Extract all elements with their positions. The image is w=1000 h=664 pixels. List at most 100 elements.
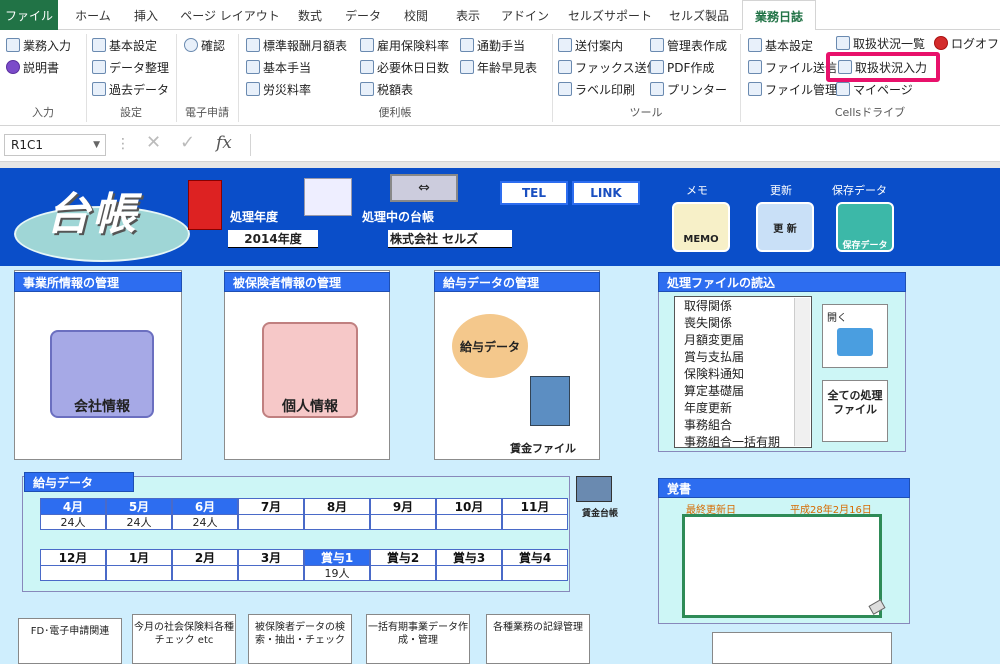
wage-ledger-link[interactable]: 賃金台帳 xyxy=(582,506,618,519)
label: 過去データ xyxy=(109,83,170,97)
logoff-button[interactable]: ログオフ xyxy=(934,34,999,54)
help-icon xyxy=(6,60,20,74)
monthly-insurance-check-button[interactable]: 今月の社会保険料各種チェック etc xyxy=(132,614,236,664)
manual-button[interactable]: 説明書 xyxy=(6,58,59,78)
tab-addin[interactable]: アドイン xyxy=(500,0,550,30)
list-item[interactable]: 月額変更届 xyxy=(684,332,780,349)
open-button[interactable]: 開く xyxy=(822,304,888,368)
month-header-cell[interactable]: 賞与2 xyxy=(370,549,436,566)
cells-basic-settings-button[interactable]: 基本設定 xyxy=(748,36,813,56)
month-header-cell[interactable]: 5月 xyxy=(106,498,172,515)
month-header-cell[interactable]: 3月 xyxy=(238,549,304,566)
link-button[interactable]: LINK xyxy=(572,181,640,205)
tab-page-layout[interactable]: ページ レイアウト xyxy=(180,0,280,30)
required-holidays-button[interactable]: 必要休日日数 xyxy=(360,58,449,78)
settings-basic-button[interactable]: 基本設定 xyxy=(92,36,157,56)
month-header-cell[interactable]: 賞与3 xyxy=(436,549,502,566)
list-item[interactable]: 年度更新 xyxy=(684,400,780,417)
month-header-cell[interactable]: 12月 xyxy=(40,549,106,566)
bottom-right-button[interactable] xyxy=(712,632,892,664)
tab-home[interactable]: ホーム xyxy=(70,0,116,30)
standard-pay-table-button[interactable]: 標準報酬月額表 xyxy=(246,36,347,56)
data-cleanup-button[interactable]: データ整理 xyxy=(92,58,169,78)
pdf-create-button[interactable]: PDF作成 xyxy=(650,58,714,78)
list-item[interactable]: 事務組合一括有期 xyxy=(684,434,780,451)
month-header-cell[interactable]: 6月 xyxy=(172,498,238,515)
tab-file[interactable]: ファイル xyxy=(0,0,58,30)
label-icon xyxy=(558,82,572,96)
month-header-cell[interactable]: 9月 xyxy=(370,498,436,515)
count-cell xyxy=(502,566,568,581)
label-print-button[interactable]: ラベル印刷 xyxy=(558,80,635,100)
gyomu-input-button[interactable]: 業務入力 xyxy=(6,36,71,56)
confirm-button[interactable]: 確認 xyxy=(184,36,225,56)
cancel-icon[interactable]: ✕ xyxy=(146,132,161,153)
more-icon: ⋮ xyxy=(116,136,130,152)
tab-view[interactable]: 表示 xyxy=(448,0,488,30)
tax-table-button[interactable]: 税額表 xyxy=(360,80,413,100)
wage-file-link[interactable]: 賃金ファイル xyxy=(510,440,576,456)
month-header-cell[interactable]: 10月 xyxy=(436,498,502,515)
month-header-cell[interactable]: 7月 xyxy=(238,498,304,515)
tel-button[interactable]: TEL xyxy=(500,181,568,205)
list-item[interactable]: 保険料通知 xyxy=(684,366,780,383)
tab-cells-support[interactable]: セルズサポート xyxy=(562,0,658,30)
count-cell xyxy=(502,515,568,530)
chevron-down-icon[interactable]: ▼ xyxy=(93,135,100,155)
tab-cells-products[interactable]: セルズ製品 xyxy=(664,0,734,30)
memo-button[interactable]: MEMO xyxy=(672,202,730,252)
file-send-button[interactable]: ファイル送信 xyxy=(748,58,837,78)
name-box[interactable]: R1C1 ▼ xyxy=(4,134,106,156)
insert-function-icon[interactable]: fx xyxy=(216,133,232,153)
list-item[interactable]: 賞与支払届 xyxy=(684,349,780,366)
month-header-cell[interactable]: 賞与4 xyxy=(502,549,568,566)
my-page-button[interactable]: マイページ xyxy=(836,80,913,100)
list-item[interactable]: 取得関係 xyxy=(684,298,780,315)
tab-formulas[interactable]: 数式 xyxy=(290,0,330,30)
list-item[interactable]: 喪失関係 xyxy=(684,315,780,332)
past-data-button[interactable]: 過去データ xyxy=(92,80,169,100)
printer-button[interactable]: プリンター xyxy=(650,80,727,100)
month-header-cell[interactable]: 2月 xyxy=(172,549,238,566)
commute-allowance-button[interactable]: 通勤手当 xyxy=(460,36,525,56)
count-cell xyxy=(304,515,370,530)
basic-allowance-button[interactable]: 基本手当 xyxy=(246,58,311,78)
list-scrollbar[interactable] xyxy=(794,298,810,446)
file-manage-button[interactable]: ファイル管理 xyxy=(748,80,837,100)
switch-ledger-button[interactable]: ⇔ xyxy=(390,174,458,202)
personal-info-button[interactable]: 個人情報 xyxy=(262,322,358,418)
notes-textarea[interactable] xyxy=(682,514,882,618)
month-header-cell[interactable]: 8月 xyxy=(304,498,370,515)
batch-project-data-button[interactable]: 一括有期事業データ作成・管理 xyxy=(366,614,470,664)
update-button[interactable]: 更 新 xyxy=(756,202,814,252)
workers-comp-rate-button[interactable]: 労災料率 xyxy=(246,80,311,100)
management-sheet-button[interactable]: 管理表作成 xyxy=(650,36,727,56)
month-header-cell[interactable]: 11月 xyxy=(502,498,568,515)
tab-insert[interactable]: 挿入 xyxy=(126,0,166,30)
enter-icon[interactable]: ✓ xyxy=(180,132,195,153)
list-item[interactable]: 算定基礎届 xyxy=(684,383,780,400)
fax-send-button[interactable]: ファックス送信 xyxy=(558,58,659,78)
label: 確認 xyxy=(201,39,226,53)
save-data-button[interactable]: 保存データ xyxy=(836,202,894,252)
month-header-cell[interactable]: 1月 xyxy=(106,549,172,566)
company-info-button[interactable]: 会社情報 xyxy=(50,330,154,418)
list-item[interactable]: 事務組合 xyxy=(684,417,780,434)
month-header-cell[interactable]: 4月 xyxy=(40,498,106,515)
employment-insurance-rate-button[interactable]: 雇用保険料率 xyxy=(360,36,449,56)
age-table-button[interactable]: 年齢早見表 xyxy=(460,58,537,78)
tab-gyomu-nisshi[interactable]: 業務日誌 xyxy=(742,0,816,31)
count-cell xyxy=(172,566,238,581)
cover-letter-button[interactable]: 送付案内 xyxy=(558,36,623,56)
tab-data[interactable]: データ xyxy=(340,0,386,30)
tab-review[interactable]: 校閲 xyxy=(396,0,436,30)
salary-data-button[interactable]: 給与データ xyxy=(452,314,528,378)
open-label: 開く xyxy=(827,313,847,324)
month-header-cell[interactable]: 賞与1 xyxy=(304,549,370,566)
status-list-button[interactable]: 取扱状況一覧 xyxy=(836,34,925,54)
insured-data-search-button[interactable]: 被保険者データの検索・抽出・チェック xyxy=(248,614,352,664)
fd-e-application-button[interactable]: FD･電子申請関連 xyxy=(18,618,122,664)
all-files-button[interactable]: 全ての処理ファイル xyxy=(822,380,888,442)
formula-input[interactable] xyxy=(250,134,1000,156)
work-records-button[interactable]: 各種業務の記録管理 xyxy=(486,614,590,664)
